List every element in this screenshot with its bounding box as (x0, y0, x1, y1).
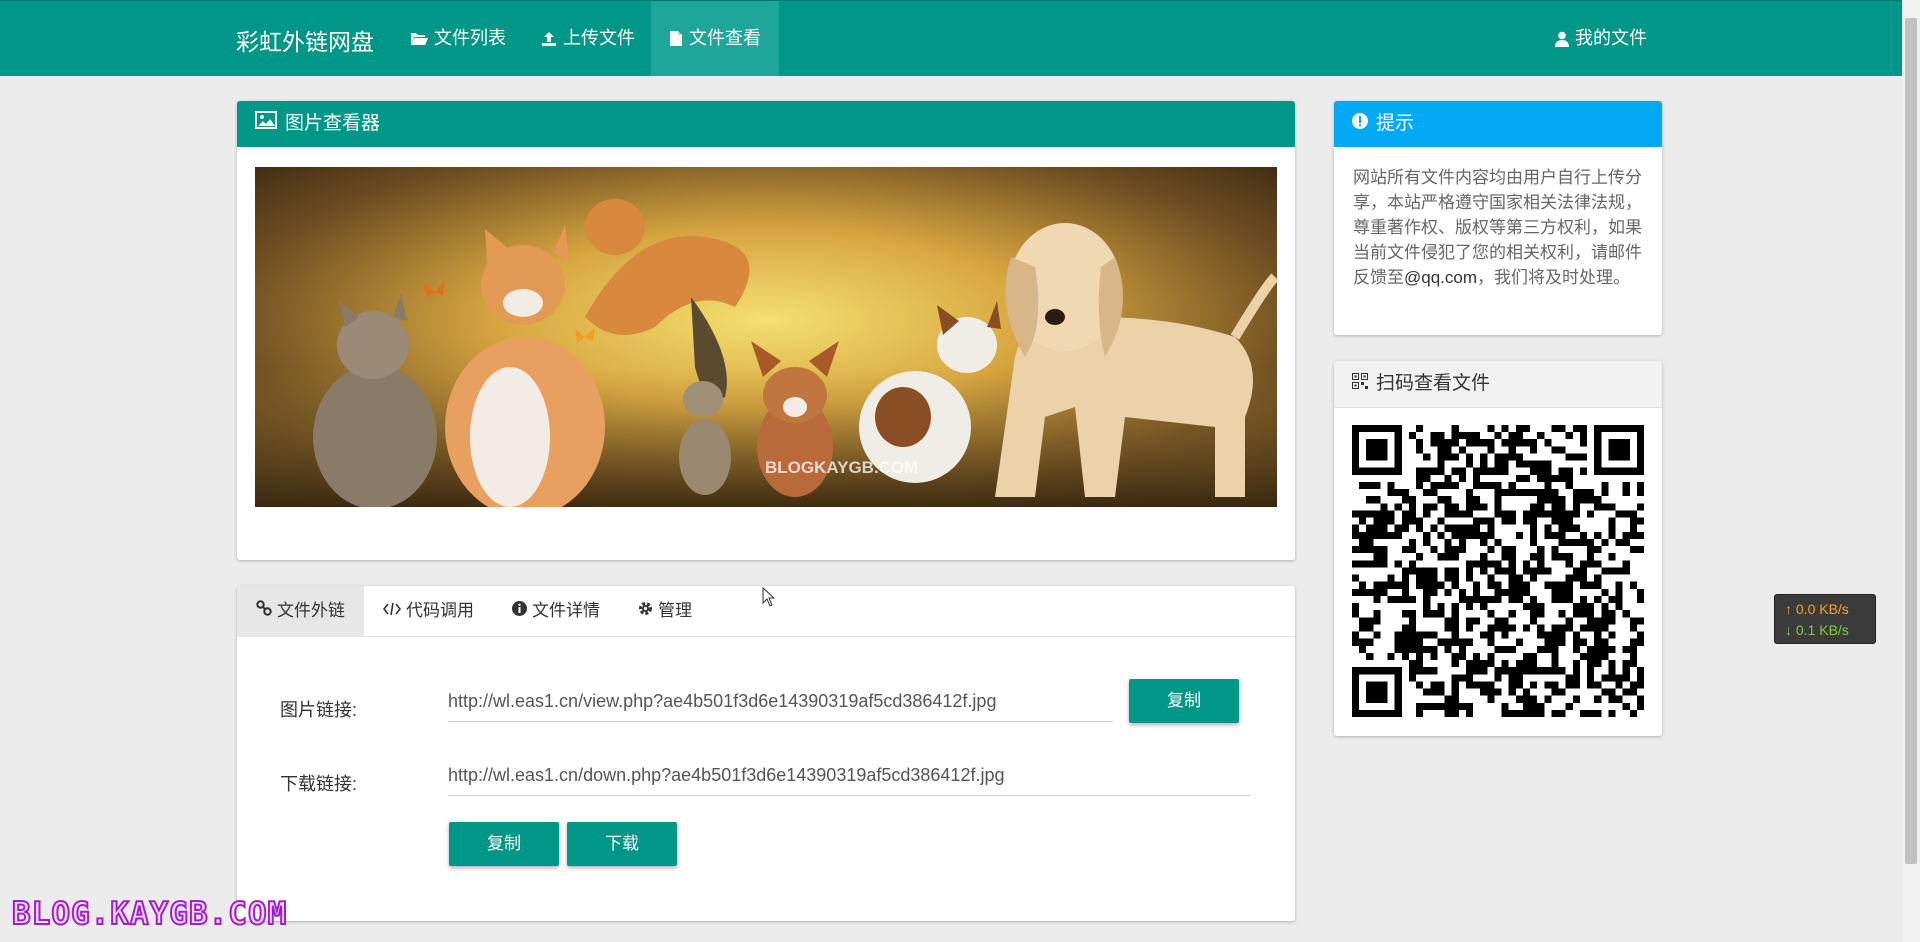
nav-file-view-label: 文件查看 (689, 28, 761, 48)
tab-manage-label: 管理 (658, 601, 692, 620)
image-viewer-title: 图片查看器 (285, 113, 381, 134)
notice-title: 提示 (1376, 113, 1415, 134)
image-icon (255, 101, 277, 147)
tab-file-link-label: 文件外链 (277, 601, 345, 620)
nav-file-list[interactable]: 文件列表 (392, 1, 524, 76)
image-link-label: 图片链接: (280, 700, 358, 720)
copy-image-link-button[interactable]: 复制 (1129, 679, 1239, 723)
qr-title: 扫码查看文件 (1376, 373, 1491, 394)
download-speed-row: ↓ 0.1 KB/s (1785, 620, 1875, 641)
qrcode-icon (1352, 361, 1368, 407)
file-icon (669, 30, 683, 47)
nav-file-list-label: 文件列表 (434, 28, 506, 48)
nav-my-files-label: 我的文件 (1575, 28, 1647, 48)
upload-speed: 0.0 KB/s (1795, 601, 1849, 617)
top-navbar: 彩虹外链网盘 文件列表 上传文件 文件查看 我的文件 (0, 0, 1902, 76)
notice-email: @qq.com (1404, 268, 1478, 287)
download-speed: 0.1 KB/s (1795, 622, 1849, 638)
upload-speed-row: ↑ 0.0 KB/s (1785, 599, 1875, 620)
code-icon (382, 586, 402, 636)
upload-icon (541, 31, 557, 47)
notice-text: 网站所有文件内容均由用户自行上传分享，本站严格遵守国家相关法律法规，尊重著作权、… (1334, 147, 1662, 290)
file-links-panel: 文件外链 代码调用 文件详情 管理 图片链接: 复制 下载链接: 复制 下载 (237, 586, 1295, 921)
tab-code[interactable]: 代码调用 (364, 586, 493, 636)
info-icon (512, 586, 527, 636)
blog-watermark: BLOG.KAYGB.COM (11, 895, 288, 933)
exclamation-circle-icon (1352, 101, 1368, 147)
tab-code-label: 代码调用 (406, 601, 474, 620)
nav-my-files[interactable]: 我的文件 (1537, 1, 1665, 76)
image-viewer-header: 图片查看器 (237, 101, 1295, 147)
qr-code-image (1352, 425, 1644, 717)
image-link-field[interactable] (448, 681, 1113, 722)
download-link-field[interactable] (448, 755, 1250, 796)
copy-download-link-button[interactable]: 复制 (449, 822, 559, 866)
nav-upload-label: 上传文件 (563, 28, 635, 48)
download-button[interactable]: 下载 (567, 822, 677, 866)
page-scrollbar[interactable] (1902, 0, 1920, 942)
scrollbar-thumb[interactable] (1905, 18, 1917, 864)
qr-panel: 扫码查看文件 (1334, 361, 1662, 736)
network-speed-widget[interactable]: ↑ 0.0 KB/s ↓ 0.1 KB/s (1774, 594, 1876, 644)
preview-image[interactable]: BLOGKAYGB.COM (255, 167, 1277, 507)
download-link-label: 下载链接: (280, 774, 358, 794)
link-icon (256, 586, 272, 636)
user-icon (1555, 31, 1569, 47)
image-watermark-text: BLOGKAYGB.COM (765, 458, 918, 477)
tab-file-details-label: 文件详情 (532, 601, 600, 620)
site-brand[interactable]: 彩虹外链网盘 (236, 23, 374, 57)
arrow-down-icon: ↓ (1785, 622, 1792, 638)
folder-open-icon (410, 31, 428, 46)
tab-manage[interactable]: 管理 (619, 586, 711, 636)
arrow-up-icon: ↑ (1785, 601, 1792, 617)
notice-panel: 提示 网站所有文件内容均由用户自行上传分享，本站严格遵守国家相关法律法规，尊重著… (1334, 101, 1662, 335)
gear-icon (638, 586, 653, 636)
nav-file-view[interactable]: 文件查看 (651, 1, 779, 76)
image-viewer-panel: 图片查看器 BLOGKAYGB.COM (237, 101, 1295, 560)
tab-file-details[interactable]: 文件详情 (493, 586, 619, 636)
notice-header: 提示 (1334, 101, 1662, 147)
mouse-cursor-icon (762, 587, 776, 607)
qr-header: 扫码查看文件 (1334, 361, 1662, 408)
tab-file-link[interactable]: 文件外链 (237, 586, 364, 636)
nav-upload[interactable]: 上传文件 (523, 1, 653, 76)
notice-text-end: ，我们将及时处理。 (1477, 268, 1631, 287)
